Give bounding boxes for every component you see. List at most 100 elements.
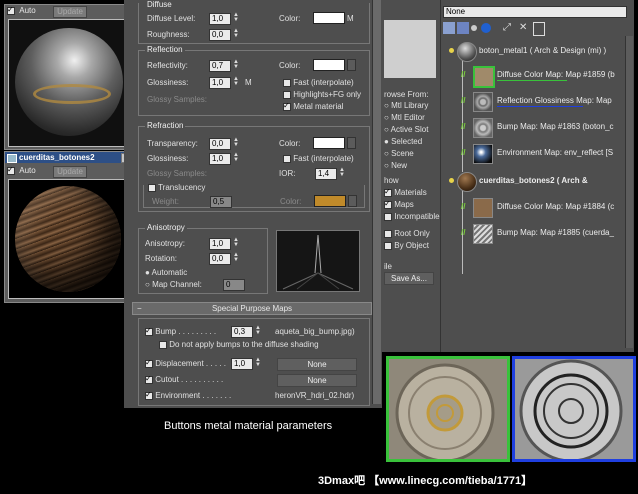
anisotropy-field[interactable]: 1,0 <box>209 238 231 250</box>
environment-option[interactable]: Environment . . . . . . . <box>145 390 231 400</box>
rotation-field[interactable]: 0,0 <box>209 253 231 265</box>
update-scene-icon[interactable]: ⤢ <box>503 22 515 34</box>
delete-icon[interactable]: ✕ <box>519 22 527 33</box>
bump-option[interactable]: Bump . . . . . . . . . <box>145 326 216 336</box>
spinner-arrows-icon[interactable]: ▲ ▼ <box>233 76 239 87</box>
tree-item-map[interactable]: // Diffuse Color Map: Map #1859 (b <box>445 66 633 88</box>
spinner-arrows-icon[interactable]: ▲ ▼ <box>233 152 239 163</box>
refraction-color-swatch[interactable] <box>313 137 345 149</box>
refraction-glossiness-field[interactable]: 1,0 <box>209 153 231 165</box>
tree-item-material[interactable]: boton_metal1 ( Arch & Design (mi) ) <box>445 42 633 62</box>
auto-checkbox-row[interactable]: Auto <box>7 5 36 15</box>
spinner-arrows-icon[interactable]: ▲ ▼ <box>233 28 239 39</box>
browse-new[interactable]: ○ New <box>384 161 407 170</box>
auto-checkbox-2[interactable] <box>7 165 15 175</box>
clear-library-icon[interactable] <box>533 22 545 36</box>
tree-item-material[interactable]: cuerditas_botones2 ( Arch & <box>445 172 633 192</box>
no-diffuse-bump-checkbox[interactable] <box>159 340 167 349</box>
window-title-bar[interactable]: cuerditas_botones2 ✕ <box>5 152 133 163</box>
metal-material-checkbox[interactable] <box>283 101 291 111</box>
spinner-arrows-icon[interactable]: ▲ ▼ <box>233 12 239 23</box>
no-diffuse-bump-option[interactable]: Do not apply bumps to the diffuse shadin… <box>159 340 319 349</box>
browse-mtl-library[interactable]: ○ Mtl Library <box>384 101 428 110</box>
reflection-glossiness-field[interactable]: 1,0 <box>209 77 231 89</box>
fast-interpolate-checkbox[interactable] <box>283 78 291 87</box>
browse-active-slot[interactable]: ○ Active Slot <box>384 125 428 134</box>
reflection-color-swatch[interactable] <box>313 59 345 71</box>
map-channel-option[interactable]: ○ Map Channel: <box>145 280 202 289</box>
spinner-arrows-icon[interactable]: ▲ ▼ <box>233 252 239 263</box>
tree-item-map[interactable]: // Diffuse Color Map: Map #1884 (c <box>445 198 633 218</box>
map-channel-field[interactable]: 0 <box>223 279 245 291</box>
environment-checkbox[interactable] <box>145 390 153 400</box>
update-button-2[interactable]: Update <box>53 166 87 178</box>
displacement-option[interactable]: Displacement . . . . . <box>145 358 226 368</box>
diffuse-map-m-button[interactable]: M <box>347 14 354 23</box>
fast-interpolate-option[interactable]: Fast (interpolate) <box>283 78 354 87</box>
metal-material-option[interactable]: Metal material <box>283 101 343 111</box>
show-incompatible[interactable]: Incompatible <box>384 212 440 221</box>
bump-amount-field[interactable]: 0,3 <box>231 326 253 338</box>
spinner-arrows-icon[interactable]: ▲ ▼ <box>255 357 261 368</box>
translucency-option[interactable]: Translucency <box>148 183 205 192</box>
view-list-icons-icon[interactable] <box>457 22 469 34</box>
save-as-button[interactable]: Save As... <box>384 272 434 285</box>
view-large-icons-icon[interactable] <box>481 23 491 33</box>
tree-item-map[interactable]: // Reflection Glossiness Map: Map <box>445 92 633 112</box>
diffuse-roughness-field[interactable]: 0,0 <box>209 29 231 41</box>
refraction-fast-option[interactable]: Fast (interpolate) <box>283 154 354 163</box>
spinner-arrows-icon[interactable]: ▲ ▼ <box>233 137 239 148</box>
update-button[interactable]: Update <box>53 6 87 18</box>
show-materials[interactable]: Materials <box>384 187 427 197</box>
spinner-arrows-icon[interactable]: ▲ ▼ <box>233 59 239 70</box>
environment-map-button[interactable]: heronVR_hdri_02.hdr) <box>275 391 354 400</box>
ior-field[interactable]: 1,4 <box>315 168 337 180</box>
highlights-fg-option[interactable]: Highlights+FG only <box>283 90 361 99</box>
spinner-arrows-icon[interactable]: ▲ ▼ <box>339 167 345 178</box>
spinner-arrows-icon[interactable]: ▲ ▼ <box>255 325 261 336</box>
refraction-color-map-button[interactable] <box>347 137 356 149</box>
bump-map-button[interactable]: aqueta_big_bump.jpg) <box>275 327 355 336</box>
highlights-fg-checkbox[interactable] <box>283 90 291 99</box>
view-list-icon[interactable] <box>443 22 455 34</box>
displacement-field[interactable]: 1,0 <box>231 358 253 370</box>
browser-name-field[interactable]: None <box>443 6 627 18</box>
sample-slot-1[interactable] <box>8 19 130 147</box>
browse-selected[interactable]: ● Selected <box>384 137 422 146</box>
panel-scrollbar[interactable] <box>372 0 381 404</box>
displacement-map-button[interactable]: None <box>277 358 357 371</box>
refraction-fast-checkbox[interactable] <box>283 154 291 163</box>
spinner-arrows-icon[interactable]: ▲ ▼ <box>233 237 239 248</box>
show-maps[interactable]: Maps <box>384 199 414 209</box>
translucency-map-button[interactable] <box>348 195 357 207</box>
translucency-weight-field[interactable]: 0,5 <box>210 196 232 208</box>
diffuse-color-swatch[interactable] <box>313 12 345 24</box>
translucency-checkbox[interactable] <box>148 183 156 192</box>
diffuse-level-field[interactable]: 1,0 <box>209 13 231 25</box>
bump-checkbox[interactable] <box>145 326 153 336</box>
reflection-color-map-button[interactable] <box>347 59 356 71</box>
tree-scrollbar[interactable] <box>625 36 633 348</box>
auto-checkbox[interactable] <box>7 5 15 15</box>
browse-from-label: rowse From: <box>384 90 429 99</box>
automatic-option[interactable]: ● Automatic <box>145 268 187 277</box>
reflection-glossiness-map-button[interactable]: M <box>245 78 252 87</box>
view-small-icons-icon[interactable] <box>471 25 477 31</box>
reflectivity-field[interactable]: 0,7 <box>209 60 231 72</box>
browse-scene[interactable]: ○ Scene <box>384 149 414 158</box>
tree-item-map[interactable]: // Bump Map: Map #1885 (cuerda_ <box>445 224 633 244</box>
cutout-map-button[interactable]: None <box>277 374 357 387</box>
translucency-color-swatch[interactable] <box>314 195 346 207</box>
sample-slot-2[interactable] <box>8 179 130 299</box>
by-object[interactable]: By Object <box>384 241 429 250</box>
tree-item-map[interactable]: // Bump Map: Map #1863 (boton_c <box>445 118 633 138</box>
cutout-checkbox[interactable] <box>145 374 153 384</box>
special-maps-rollout-header[interactable]: − Special Purpose Maps <box>132 302 372 315</box>
auto-checkbox-row-2[interactable]: Auto <box>7 165 36 175</box>
cutout-option[interactable]: Cutout . . . . . . . . . . <box>145 374 223 384</box>
tree-item-map[interactable]: // Environment Map: env_reflect [S <box>445 144 633 164</box>
transparency-field[interactable]: 0,0 <box>209 138 231 150</box>
displacement-checkbox[interactable] <box>145 358 153 368</box>
root-only[interactable]: Root Only <box>384 229 430 238</box>
browse-mtl-editor[interactable]: ○ Mtl Editor <box>384 113 425 122</box>
